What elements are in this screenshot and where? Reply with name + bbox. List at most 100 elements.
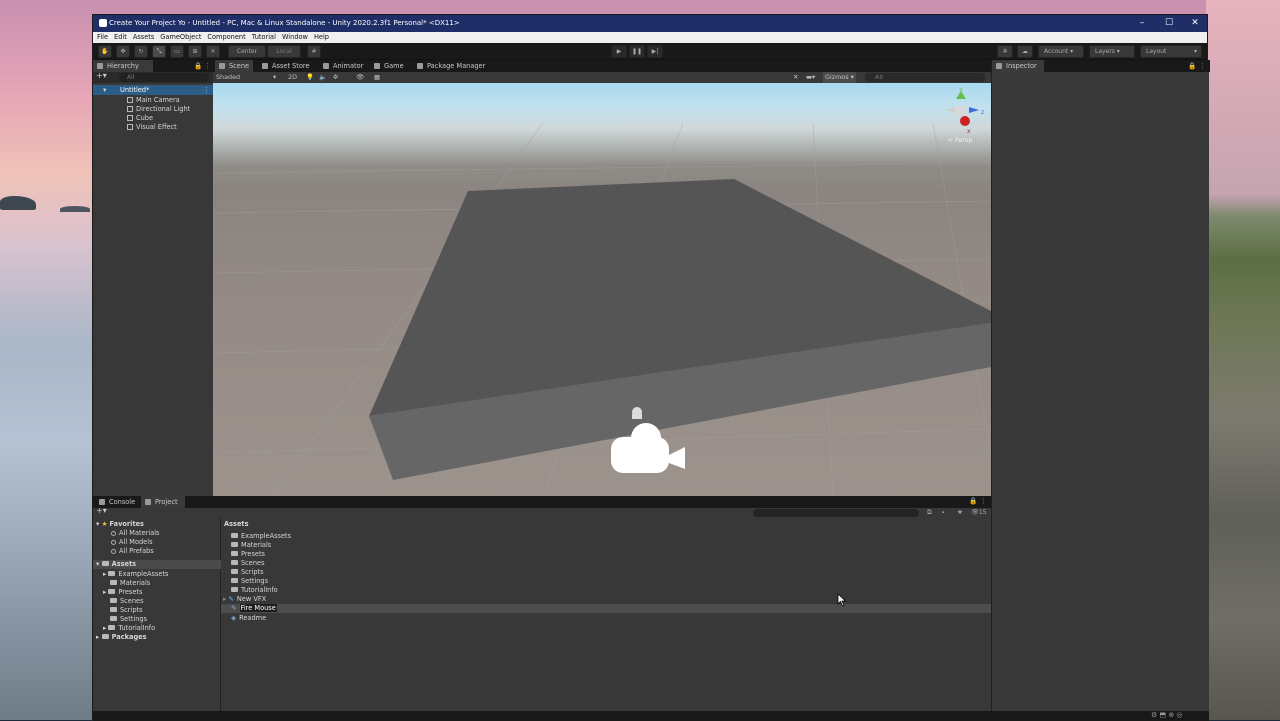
asset-folder-scenes[interactable]: Scenes — [231, 559, 265, 567]
hierarchy-scene-row[interactable]: ▾ Untitled* ⋮ — [93, 85, 213, 95]
asset-folder-scripts[interactable]: Scripts — [231, 568, 264, 576]
move-tool-icon[interactable]: ✥ — [116, 45, 130, 58]
transform-tool-icon[interactable]: ⊞ — [188, 45, 202, 58]
title-bar[interactable]: Create Your Project Yo - Untitled - PC, … — [93, 15, 1207, 32]
asset-folder-materials[interactable]: Materials — [231, 541, 271, 549]
menu-assets[interactable]: Assets — [130, 32, 157, 43]
favorites-section[interactable]: ▾ ★ Favorites — [96, 520, 144, 528]
favorite-all-models[interactable]: All Models — [111, 538, 153, 546]
favorite-star-icon[interactable]: ★ — [957, 508, 963, 516]
scene-tabs-bar: Scene Asset Store Animator Game Package … — [213, 60, 991, 72]
shading-mode-dropdown[interactable]: Shaded — [216, 72, 240, 83]
hierarchy-item-directional-light[interactable]: Directional Light — [127, 105, 190, 113]
hidden-packages-count[interactable]: 👁15 — [971, 508, 987, 516]
scale-tool-icon[interactable]: ⤡ — [152, 45, 166, 58]
asset-folder-settings[interactable]: Settings — [231, 577, 268, 585]
asset-fire-mouse[interactable]: ✎ Fire Mouse — [221, 604, 991, 613]
asset-folder-tutorialinfo[interactable]: TutorialInfo — [231, 586, 278, 594]
audio-toggle-icon[interactable]: 🔈 — [319, 72, 327, 83]
inspector-menu-icon[interactable]: ⋮ — [1199, 60, 1206, 72]
search-by-type-icon[interactable]: ⧉ — [927, 508, 932, 517]
tree-folder-settings[interactable]: Settings — [110, 615, 147, 623]
lock-icon[interactable]: 🔒 — [194, 60, 202, 72]
tree-folder-exampleassets[interactable]: ▸ ExampleAssets — [103, 570, 168, 578]
tab-animator[interactable]: Animator — [319, 60, 369, 72]
perspective-label[interactable]: < Persp — [948, 136, 973, 144]
tab-scene[interactable]: Scene — [215, 60, 253, 72]
camera-settings-icon[interactable]: ▬▾ — [806, 72, 815, 83]
layout-dropdown[interactable]: Layout ▾ — [1140, 45, 1202, 58]
2d-toggle[interactable]: 2D — [288, 72, 297, 83]
hierarchy-item-main-camera[interactable]: Main Camera — [127, 96, 180, 104]
tab-asset-store[interactable]: Asset Store — [258, 60, 316, 72]
tools-icon[interactable]: ✕ — [793, 72, 798, 83]
hand-tool-icon[interactable]: ✋ — [98, 45, 112, 58]
layers-dropdown[interactable]: Layers ▾ — [1089, 45, 1135, 58]
hidden-objects-icon[interactable]: 👁 — [356, 72, 364, 83]
tab-package-manager[interactable]: Package Manager — [413, 60, 493, 72]
tree-folder-materials[interactable]: Materials — [110, 579, 150, 587]
close-button[interactable]: ✕ — [1182, 15, 1208, 32]
status-icons[interactable]: ⚙ ⬒ ⊕ ◎ — [1151, 711, 1183, 719]
search-by-label-icon[interactable]: ⬩ — [942, 508, 944, 517]
asset-folder-presets[interactable]: Presets — [231, 550, 265, 558]
assets-section[interactable]: ▾ Assets — [93, 560, 221, 569]
step-button[interactable]: ▶| — [647, 45, 663, 58]
collab-icon[interactable]: ✲ — [997, 45, 1013, 58]
tree-folder-scenes[interactable]: Scenes — [110, 597, 144, 605]
asset-readme[interactable]: ◈ Readme — [231, 614, 266, 622]
maximize-button[interactable]: ☐ — [1156, 15, 1182, 32]
scene-search-input[interactable]: All — [865, 73, 985, 82]
gizmos-dropdown[interactable]: Gizmos ▾ — [823, 72, 856, 83]
rotate-tool-icon[interactable]: ↻ — [134, 45, 148, 58]
scene-viewport[interactable]: y z x < Persp — [213, 83, 991, 496]
create-asset-icon[interactable]: +▾ — [96, 506, 107, 515]
project-lock-icon[interactable]: 🔒 — [969, 497, 977, 505]
breadcrumb[interactable]: Assets — [224, 520, 249, 528]
tab-game[interactable]: Game — [370, 60, 410, 72]
grid-toggle-icon[interactable]: ▦ — [374, 72, 380, 83]
pivot-center-toggle[interactable]: Center — [228, 45, 266, 58]
inspector-lock-icon[interactable]: 🔒 — [1188, 60, 1196, 72]
pivot-local-toggle[interactable]: Local — [267, 45, 301, 58]
cloud-icon[interactable]: ☁ — [1017, 45, 1033, 58]
effects-toggle-icon[interactable]: ✲ — [333, 72, 338, 83]
scene-orientation-gizmo[interactable] — [945, 91, 979, 126]
tab-project[interactable]: Project — [141, 496, 185, 508]
menu-file[interactable]: File — [94, 32, 111, 43]
favorite-all-materials[interactable]: All Materials — [111, 529, 160, 537]
account-dropdown[interactable]: Account ▾ — [1038, 45, 1084, 58]
asset-new-vfx[interactable]: ▸ ✎ New VFX — [223, 595, 266, 603]
hierarchy-item-cube[interactable]: Cube — [127, 114, 153, 122]
tree-folder-tutorialinfo[interactable]: ▸ TutorialInfo — [103, 624, 155, 632]
scene-menu-icon[interactable]: ⋮ — [203, 85, 210, 95]
add-icon[interactable]: +▾ — [96, 71, 107, 80]
packages-section[interactable]: ▸ Packages — [96, 633, 147, 641]
tab-inspector[interactable]: Inspector — [992, 60, 1044, 72]
menu-tutorial[interactable]: Tutorial — [249, 32, 279, 43]
kebab-menu-icon[interactable]: ⋮ — [204, 60, 211, 72]
grid-snap-icon[interactable]: # — [307, 45, 321, 58]
menu-gameobject[interactable]: GameObject — [157, 32, 204, 43]
lighting-toggle-icon[interactable]: 💡 — [306, 72, 314, 83]
hierarchy-search-input[interactable]: All — [119, 73, 209, 82]
favorite-all-prefabs[interactable]: All Prefabs — [111, 547, 154, 555]
hierarchy-item-visual-effect[interactable]: Visual Effect — [127, 123, 177, 131]
asset-folder-exampleassets[interactable]: ExampleAssets — [231, 532, 291, 540]
minimize-button[interactable]: – — [1129, 15, 1155, 32]
tree-folder-presets[interactable]: ▸ Presets — [103, 588, 142, 596]
rename-input[interactable]: Fire Mouse — [239, 604, 277, 612]
asset-label: ExampleAssets — [241, 532, 292, 540]
menu-component[interactable]: Component — [204, 32, 248, 43]
menu-help[interactable]: Help — [311, 32, 332, 43]
rect-tool-icon[interactable]: ▭ — [170, 45, 184, 58]
pause-button[interactable]: ❚❚ — [629, 45, 645, 58]
menu-edit[interactable]: Edit — [111, 32, 130, 43]
tree-folder-scripts[interactable]: Scripts — [110, 606, 143, 614]
menu-window[interactable]: Window — [279, 32, 311, 43]
custom-tool-icon[interactable]: ✕ — [206, 45, 220, 58]
play-button[interactable]: ▶ — [611, 45, 627, 58]
project-search-input[interactable] — [753, 509, 919, 517]
project-menu-icon[interactable]: ⋮ — [980, 497, 987, 505]
star-icon: ★ — [101, 520, 108, 528]
